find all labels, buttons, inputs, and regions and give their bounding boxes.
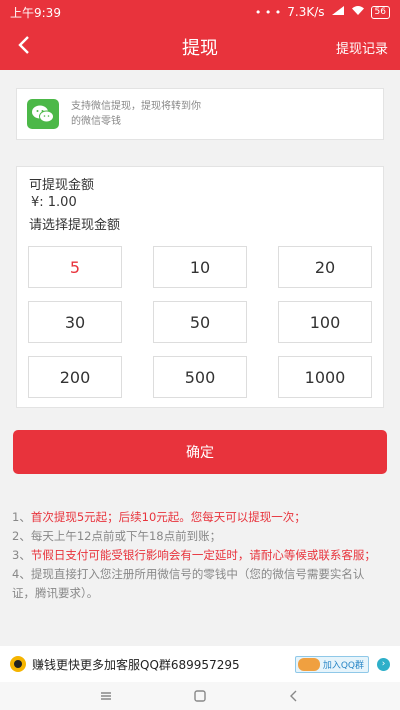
note-item: 1、首次提现5元起；后续10元起。您每天可以提现一次；	[12, 508, 384, 527]
chevron-left-icon	[17, 35, 31, 59]
home-icon[interactable]	[192, 688, 208, 704]
note-text: 提现直接打入您注册所用微信号的零钱中（您的微信号需要实名认证，腾讯要求）。	[12, 567, 365, 600]
available-amount-label: 可提现金额	[29, 178, 95, 193]
wechat-info-card: 支持微信提现，提现将转到你的微信零钱	[16, 88, 384, 140]
join-qq-group-button[interactable]: 加入QQ群	[294, 655, 369, 673]
status-bar: 上午9:39 • • • 7.3K/s 56	[0, 0, 400, 24]
note-text: 每天上午12点前或下午18点前到账；	[30, 529, 222, 543]
amount-option[interactable]: 1000	[278, 356, 372, 398]
qq-group-text: 赚钱更快更多加客服QQ群689957295	[32, 657, 240, 672]
qq-group-banner[interactable]: 赚钱更快更多加客服QQ群689957295 加入QQ群 ›	[0, 646, 400, 682]
system-nav-bar	[0, 682, 400, 710]
note-prefix: 2、	[12, 529, 31, 543]
withdraw-record-link[interactable]: 提现记录	[336, 38, 388, 57]
note-prefix: 4、	[12, 567, 31, 581]
note-item: 3、节假日支付可能受银行影响会有一定延时，请耐心等候或联系客服；	[12, 546, 384, 565]
wechat-info-text: 支持微信提现，提现将转到你的微信零钱	[71, 101, 201, 127]
amount-card: 可提现金额 ¥: 1.00 请选择提现金额 5 10 20 30 50 100 …	[16, 166, 384, 408]
note-text: 节假日支付可能受银行影响会有一定延时，请耐心等候或联系客服；	[30, 548, 376, 562]
amount-option[interactable]: 500	[153, 356, 247, 398]
balance-value: ¥: 1.00	[31, 195, 77, 210]
amount-option[interactable]: 100	[278, 301, 372, 343]
page-title: 提现	[182, 38, 218, 59]
status-time: 上午9:39	[10, 5, 61, 20]
withdraw-notes: 1、首次提现5元起；后续10元起。您每天可以提现一次； 2、每天上午12点前或下…	[12, 508, 384, 603]
status-icons: • • • 7.3K/s 56	[255, 5, 390, 19]
back-icon[interactable]	[286, 688, 302, 704]
chevron-right-icon[interactable]: ›	[377, 657, 390, 671]
header: 提现 提现记录	[0, 24, 400, 70]
group-avatars-icon	[297, 657, 320, 671]
battery-icon: 56	[370, 5, 390, 19]
note-item: 2、每天上午12点前或下午18点前到账；	[12, 527, 384, 546]
wechat-icon	[27, 99, 59, 129]
network-speed: 7.3K/s	[287, 5, 325, 19]
note-prefix: 1、	[12, 510, 31, 524]
amount-option[interactable]: 20	[278, 246, 372, 288]
confirm-button[interactable]: 确定	[13, 430, 387, 474]
qq-penguin-icon	[10, 656, 26, 672]
amount-option[interactable]: 200	[28, 356, 122, 398]
join-qq-group-label: 加入QQ群	[322, 660, 364, 671]
menu-icon[interactable]	[98, 688, 114, 704]
note-item: 4、提现直接打入您注册所用微信号的零钱中（您的微信号需要实名认证，腾讯要求）。	[12, 565, 384, 603]
amount-option[interactable]: 5	[28, 246, 122, 288]
note-prefix: 3、	[12, 548, 31, 562]
notification-dots: • • •	[254, 5, 282, 19]
amount-option[interactable]: 10	[153, 246, 247, 288]
amount-option[interactable]: 50	[153, 301, 247, 343]
note-text: 首次提现5元起；后续10元起。您每天可以提现一次；	[30, 510, 306, 524]
back-button[interactable]	[10, 32, 38, 62]
wifi-icon	[351, 5, 365, 19]
amount-option[interactable]: 30	[28, 301, 122, 343]
signal-icon	[331, 5, 345, 19]
choose-amount-label: 请选择提现金额	[29, 218, 121, 233]
